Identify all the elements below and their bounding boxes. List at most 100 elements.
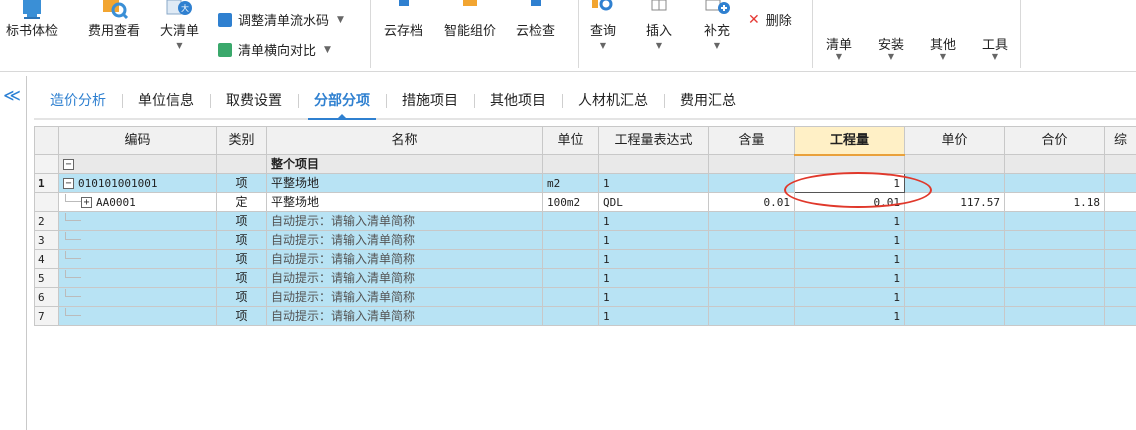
quantity-cell[interactable]: 1 bbox=[794, 268, 905, 288]
qingdan-menu[interactable]: 清单 ▼ bbox=[826, 34, 852, 61]
quantity-cell[interactable]: 1 bbox=[794, 287, 905, 307]
collapse-toggle-icon[interactable]: − bbox=[63, 178, 74, 189]
biaoshu-tijian-button[interactable]: 标书体检 bbox=[6, 0, 58, 40]
quantity-cell[interactable]: 1 bbox=[794, 230, 905, 250]
unit-price-cell[interactable]: 117.57 bbox=[904, 192, 1005, 212]
unit-price-cell[interactable] bbox=[904, 268, 1005, 288]
unit-price-cell[interactable] bbox=[904, 211, 1005, 231]
content-cell[interactable] bbox=[708, 173, 795, 193]
expression-cell[interactable]: 1 bbox=[598, 287, 709, 307]
code-cell[interactable] bbox=[58, 287, 217, 307]
shanchu-button[interactable]: ✕ 删除 bbox=[748, 10, 792, 30]
unit-cell[interactable]: m2 bbox=[542, 173, 599, 193]
unit-cell[interactable] bbox=[542, 268, 599, 288]
table-row[interactable]: + AA0001 定 平整场地 100m2 QDL 0.01 0.01 117.5… bbox=[34, 192, 1136, 212]
content-cell[interactable] bbox=[708, 306, 795, 326]
content-cell[interactable] bbox=[708, 211, 795, 231]
code-cell[interactable]: −010101001001 bbox=[58, 173, 217, 193]
table-row[interactable]: 3 项 自动提示：请输入清单简称 1 1 bbox=[34, 230, 1136, 250]
tab-cuoshi-xiangmu[interactable]: 措施项目 bbox=[386, 84, 474, 118]
unit-cell[interactable]: 100m2 bbox=[542, 192, 599, 212]
unit-price-cell[interactable] bbox=[904, 287, 1005, 307]
content-cell[interactable] bbox=[708, 268, 795, 288]
table-row[interactable]: 2 项 自动提示：请输入清单简称 1 1 bbox=[34, 211, 1136, 231]
column-header-code[interactable]: 编码 bbox=[58, 126, 217, 155]
code-cell[interactable] bbox=[58, 211, 217, 231]
name-cell[interactable]: 平整场地 bbox=[266, 173, 543, 193]
tab-danwei-xinxi[interactable]: 单位信息 bbox=[122, 84, 210, 118]
content-cell[interactable] bbox=[708, 154, 795, 174]
charu-button[interactable]: 插入 ▼ bbox=[642, 0, 676, 50]
content-cell[interactable] bbox=[708, 287, 795, 307]
type-cell[interactable]: 项 bbox=[216, 230, 267, 250]
quantity-cell[interactable]: 1 bbox=[794, 211, 905, 231]
code-cell[interactable] bbox=[58, 268, 217, 288]
column-header-total-price[interactable]: 合价 bbox=[1004, 126, 1105, 155]
unit-cell[interactable] bbox=[542, 249, 599, 269]
content-cell[interactable] bbox=[708, 249, 795, 269]
column-header-unit[interactable]: 单位 bbox=[542, 126, 599, 155]
column-header-overflow[interactable]: 综 bbox=[1104, 126, 1136, 155]
table-row[interactable]: 7 项 自动提示：请输入清单简称 1 1 bbox=[34, 306, 1136, 326]
total-price-cell[interactable] bbox=[1004, 268, 1105, 288]
content-cell[interactable]: 0.01 bbox=[708, 192, 795, 212]
unit-price-cell[interactable] bbox=[904, 154, 1005, 174]
expression-cell[interactable]: 1 bbox=[598, 173, 709, 193]
unit-price-cell[interactable] bbox=[904, 230, 1005, 250]
quantity-cell[interactable]: 1 bbox=[794, 306, 905, 326]
type-cell[interactable] bbox=[216, 154, 267, 174]
collapse-toggle-icon[interactable]: − bbox=[63, 158, 74, 170]
tab-qufei-shezhi[interactable]: 取费设置 bbox=[210, 84, 298, 118]
expression-cell[interactable]: 1 bbox=[598, 230, 709, 250]
unit-price-cell[interactable] bbox=[904, 306, 1005, 326]
total-price-cell[interactable] bbox=[1004, 230, 1105, 250]
quantity-cell[interactable]: 1 bbox=[794, 249, 905, 269]
table-row[interactable]: 1 −010101001001 项 平整场地 m2 1 1 bbox=[34, 173, 1136, 193]
daqingdan-button[interactable]: 大 大清单 ▼ bbox=[160, 0, 199, 50]
total-price-cell[interactable]: 1.18 bbox=[1004, 192, 1105, 212]
column-header-type[interactable]: 类别 bbox=[216, 126, 267, 155]
code-cell[interactable] bbox=[58, 249, 217, 269]
yunjiancha-button[interactable]: 云检查 bbox=[516, 0, 555, 40]
unit-price-cell[interactable] bbox=[904, 173, 1005, 193]
unit-cell[interactable] bbox=[542, 211, 599, 231]
name-cell[interactable]: 平整场地 bbox=[266, 192, 543, 212]
type-cell[interactable]: 项 bbox=[216, 306, 267, 326]
qita-menu[interactable]: 其他 ▼ bbox=[930, 34, 956, 61]
type-cell[interactable]: 项 bbox=[216, 211, 267, 231]
table-row[interactable]: 6 项 自动提示：请输入清单简称 1 1 bbox=[34, 287, 1136, 307]
column-header-name[interactable]: 名称 bbox=[266, 126, 543, 155]
anzhuang-menu[interactable]: 安装 ▼ bbox=[878, 34, 904, 61]
content-cell[interactable] bbox=[708, 230, 795, 250]
chaxun-button[interactable]: 查询 ▼ bbox=[586, 0, 620, 50]
tab-qita-xiangmu[interactable]: 其他项目 bbox=[474, 84, 562, 118]
table-row[interactable]: 5 项 自动提示：请输入清单简称 1 1 bbox=[34, 268, 1136, 288]
quantity-cell[interactable]: 0.01 bbox=[794, 192, 905, 212]
expression-cell[interactable] bbox=[598, 154, 709, 174]
unit-cell[interactable] bbox=[542, 287, 599, 307]
buchong-button[interactable]: 补充 ▼ bbox=[700, 0, 734, 50]
total-price-cell[interactable] bbox=[1004, 154, 1105, 174]
tiaozheng-liushuima-button[interactable]: 调整清单流水码 ▼ bbox=[218, 10, 344, 29]
unit-cell[interactable] bbox=[542, 154, 599, 174]
name-cell[interactable]: 自动提示：请输入清单简称 bbox=[266, 230, 543, 250]
column-header-unit-price[interactable]: 单价 bbox=[904, 126, 1005, 155]
tab-rencaiji-huizong[interactable]: 人材机汇总 bbox=[562, 84, 664, 118]
expression-cell[interactable]: 1 bbox=[598, 268, 709, 288]
type-cell[interactable]: 项 bbox=[216, 287, 267, 307]
name-cell[interactable]: 自动提示：请输入清单简称 bbox=[266, 249, 543, 269]
column-header-content[interactable]: 含量 bbox=[708, 126, 795, 155]
tab-fenbu-fenxiang[interactable]: 分部分项 bbox=[298, 84, 386, 120]
zhineng-zujia-button[interactable]: 智能组价 bbox=[444, 0, 496, 40]
code-cell[interactable]: + AA0001 bbox=[58, 192, 217, 212]
expression-cell[interactable]: 1 bbox=[598, 306, 709, 326]
table-row[interactable]: 4 项 自动提示：请输入清单简称 1 1 bbox=[34, 249, 1136, 269]
code-cell[interactable] bbox=[58, 306, 217, 326]
type-cell[interactable]: 定 bbox=[216, 192, 267, 212]
unit-cell[interactable] bbox=[542, 230, 599, 250]
unit-price-cell[interactable] bbox=[904, 249, 1005, 269]
expand-toggle-icon[interactable]: + bbox=[81, 197, 92, 208]
gongju-menu[interactable]: 工具 ▼ bbox=[982, 34, 1008, 61]
total-price-cell[interactable] bbox=[1004, 287, 1105, 307]
type-cell[interactable]: 项 bbox=[216, 249, 267, 269]
